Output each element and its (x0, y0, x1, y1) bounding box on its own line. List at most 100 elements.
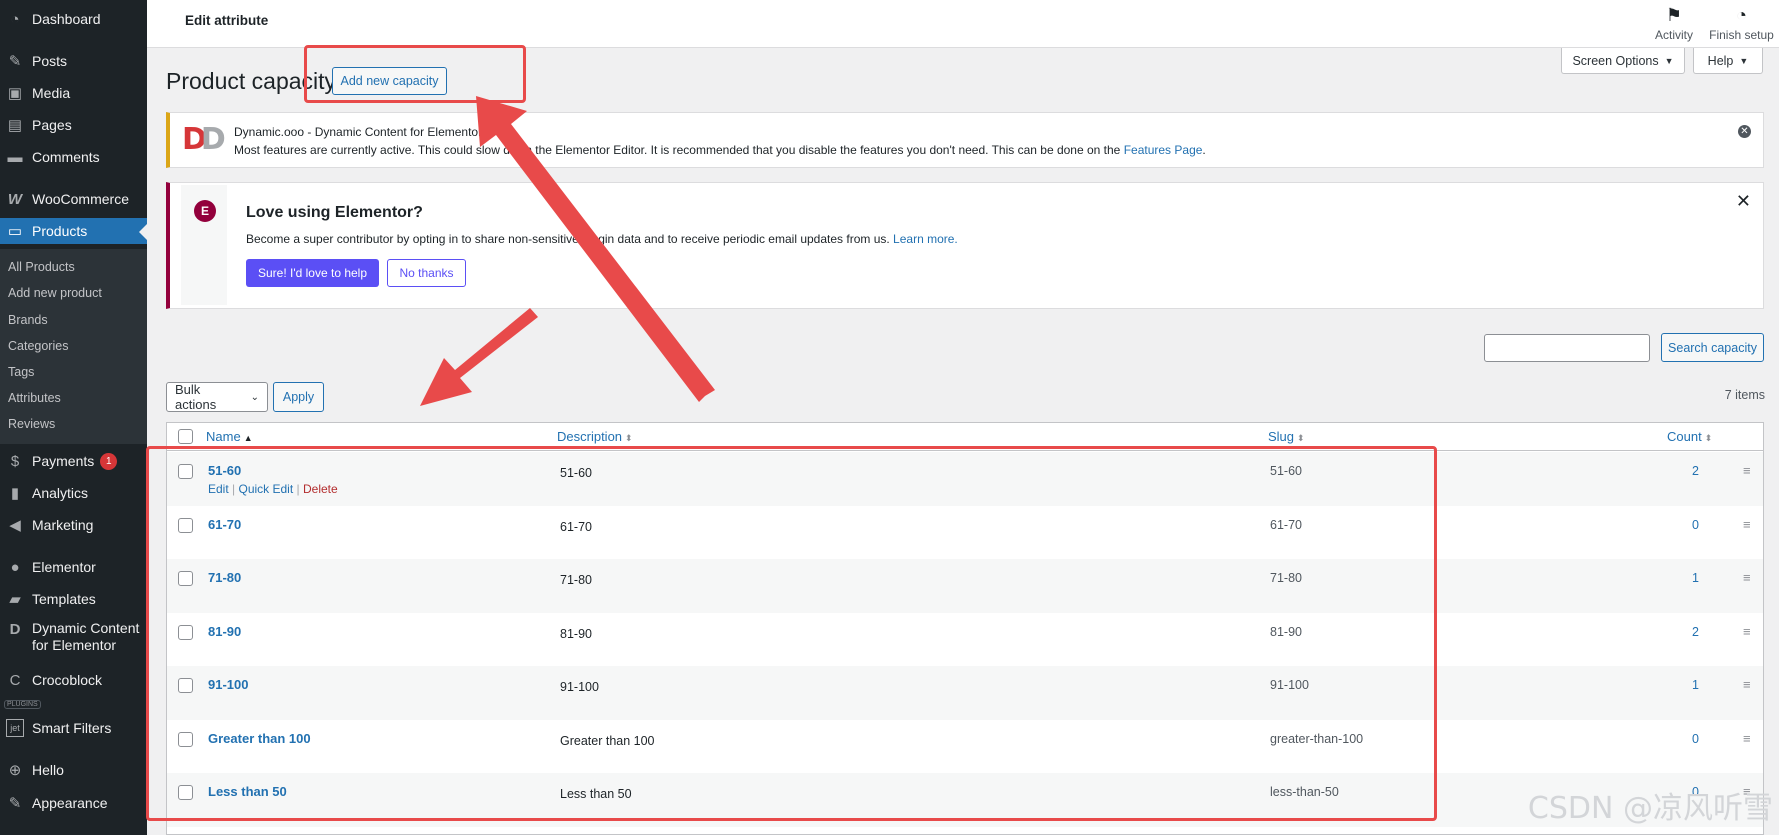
row-checkbox[interactable] (178, 624, 193, 640)
dynamic-ooo-logo: DD (182, 122, 226, 157)
sidebar-item-label: Analytics (32, 485, 89, 501)
column-slug-header[interactable]: Slug ⬍ (1268, 429, 1305, 444)
term-description: 91-100 (560, 680, 599, 694)
submenu-all-products[interactable]: All Products (8, 260, 75, 274)
search-input[interactable] (1484, 334, 1650, 362)
features-page-link[interactable]: Features Page (1124, 143, 1203, 157)
sidebar-item-dynamic-content[interactable]: D Dynamic Content for Elementor (0, 620, 147, 656)
drag-handle-icon[interactable]: ≡ (1743, 463, 1751, 478)
term-count-link[interactable]: 0 (1692, 732, 1699, 746)
drag-handle-icon[interactable]: ≡ (1743, 677, 1751, 692)
submenu-categories[interactable]: Categories (8, 339, 68, 353)
table-row: 81-90 81-90 81-90 2 ≡ (167, 613, 1763, 667)
sidebar-item-templates[interactable]: ▰ Templates (0, 586, 147, 612)
notice-message: Most features are currently active. This… (234, 143, 1121, 157)
row-checkbox[interactable] (178, 571, 193, 586)
dismiss-icon[interactable]: ✕ (1738, 125, 1751, 138)
apply-button[interactable]: Apply (273, 382, 324, 412)
term-slug: 71-80 (1270, 571, 1302, 585)
row-checkbox[interactable] (178, 517, 193, 533)
optin-decline-button[interactable]: No thanks (387, 259, 466, 287)
sidebar-item-comments[interactable]: ▬ Comments (0, 144, 147, 170)
notice-message-end: . (1202, 143, 1206, 157)
select-all-checkbox[interactable] (178, 429, 193, 444)
submenu-attributes[interactable]: Attributes (8, 391, 61, 405)
row-checkbox[interactable] (178, 464, 193, 479)
annotation-arrow-down (420, 308, 538, 406)
elementor-optin-notice: E Love using Elementor? Become a super c… (166, 182, 1764, 309)
sidebar-item-dashboard[interactable]: ◔ Dashboard (0, 6, 147, 32)
progress-icon: ◔ (1736, 5, 1747, 25)
drag-handle-icon[interactable]: ≡ (1743, 624, 1751, 639)
sidebar-item-products[interactable]: ▭ Products (0, 218, 147, 244)
submenu-tags[interactable]: Tags (8, 365, 34, 379)
term-name-link[interactable]: Less than 50 (208, 784, 287, 799)
caret-down-icon: ▼ (1664, 55, 1674, 66)
sidebar-item-appearance[interactable]: ✎ Appearance (0, 790, 147, 816)
column-description-header[interactable]: Description ⬍ (557, 429, 633, 444)
row-checkbox[interactable] (178, 731, 193, 747)
learn-more-link[interactable]: Learn more. (893, 232, 958, 246)
submenu-add-new-product[interactable]: Add new product (8, 286, 102, 300)
sidebar-item-woocommerce[interactable]: W WooCommerce (0, 186, 147, 212)
term-name-link[interactable]: 91-100 (208, 677, 248, 692)
term-name-link[interactable]: 71-80 (208, 570, 241, 585)
sidebar-item-media[interactable]: ▣ Media (0, 80, 147, 106)
sort-icon: ⬍ (625, 433, 633, 443)
payments-icon: $ (10, 452, 20, 470)
sidebar-item-elementor[interactable]: ● Elementor (0, 554, 147, 580)
column-name-header[interactable]: Name ▲ (206, 429, 253, 444)
sidebar-item-crocoblock[interactable]: C Crocoblock (0, 667, 147, 693)
submenu-reviews[interactable]: Reviews (8, 417, 55, 431)
sidebar-item-payments[interactable]: $ Payments 1 (0, 448, 147, 474)
finish-setup-button[interactable]: ◔ Finish setup (1704, 0, 1779, 48)
notice-message: Become a super contributor by opting in … (246, 232, 890, 246)
term-count-link[interactable]: 1 (1692, 678, 1699, 692)
close-icon[interactable]: ✕ (1736, 191, 1751, 212)
delete-link[interactable]: Delete (303, 482, 338, 496)
media-icon: ▣ (7, 85, 23, 102)
column-label: Count (1667, 429, 1702, 444)
sidebar-item-posts[interactable]: ✎ Posts (0, 48, 147, 74)
term-name-link[interactable]: 81-90 (208, 624, 241, 639)
term-name-link[interactable]: 61-70 (208, 517, 241, 532)
term-name-link[interactable]: 51-60 (208, 463, 241, 478)
edit-link[interactable]: Edit (208, 482, 229, 496)
column-count-header[interactable]: Count ⬍ (1667, 429, 1712, 444)
term-description: 51-60 (560, 466, 592, 480)
table-row: 61-70 61-70 61-70 0 ≡ (167, 506, 1763, 560)
term-slug: greater-than-100 (1270, 731, 1364, 746)
term-slug: 91-100 (1270, 678, 1309, 692)
row-checkbox[interactable] (178, 785, 193, 800)
row-checkbox[interactable] (178, 678, 193, 693)
activity-button[interactable]: ⚑ Activity (1644, 0, 1704, 48)
submenu-brands[interactable]: Brands (8, 313, 48, 327)
sidebar-item-smart-filters[interactable]: jet Smart Filters (0, 715, 147, 741)
drag-handle-icon[interactable]: ≡ (1743, 570, 1751, 585)
term-count-link[interactable]: 2 (1692, 625, 1699, 639)
page-heading: Edit attribute (185, 13, 269, 28)
screen-options-button[interactable]: Screen Options ▼ (1561, 48, 1685, 74)
sidebar-item-label: Media (32, 85, 71, 101)
sidebar-item-label: Elementor (32, 559, 96, 575)
term-name-link[interactable]: Greater than 100 (208, 731, 311, 746)
drag-handle-icon[interactable]: ≡ (1743, 517, 1751, 532)
add-new-capacity-button[interactable]: Add new capacity (332, 67, 447, 95)
sidebar-item-pages[interactable]: ▤ Pages (0, 112, 147, 138)
quick-edit-link[interactable]: Quick Edit (239, 482, 294, 496)
term-count-link[interactable]: 1 (1692, 571, 1699, 585)
sort-icon: ▲ (243, 433, 253, 443)
sidebar-item-hello[interactable]: ⊕ Hello (0, 757, 147, 783)
bulk-actions-select[interactable]: Bulk actions ⌄ (166, 382, 268, 412)
term-count-link[interactable]: 2 (1692, 464, 1699, 478)
sidebar-item-analytics[interactable]: ▮ Analytics (0, 480, 147, 506)
drag-handle-icon[interactable]: ≡ (1743, 731, 1751, 746)
sidebar-item-label: Smart Filters (32, 720, 112, 736)
sidebar-item-marketing[interactable]: ◀ Marketing (0, 512, 147, 538)
search-capacity-button[interactable]: Search capacity (1661, 333, 1764, 362)
term-count-link[interactable]: 0 (1692, 518, 1699, 532)
help-button[interactable]: Help ▼ (1693, 48, 1763, 74)
optin-accept-button[interactable]: Sure! I'd love to help (246, 259, 379, 287)
terms-table: Name ▲ Description ⬍ Slug ⬍ Count ⬍ 51-60 Ed… (166, 422, 1764, 835)
table-row: 51-60 Edit | Quick Edit | Delete 51-60 5… (167, 452, 1763, 506)
